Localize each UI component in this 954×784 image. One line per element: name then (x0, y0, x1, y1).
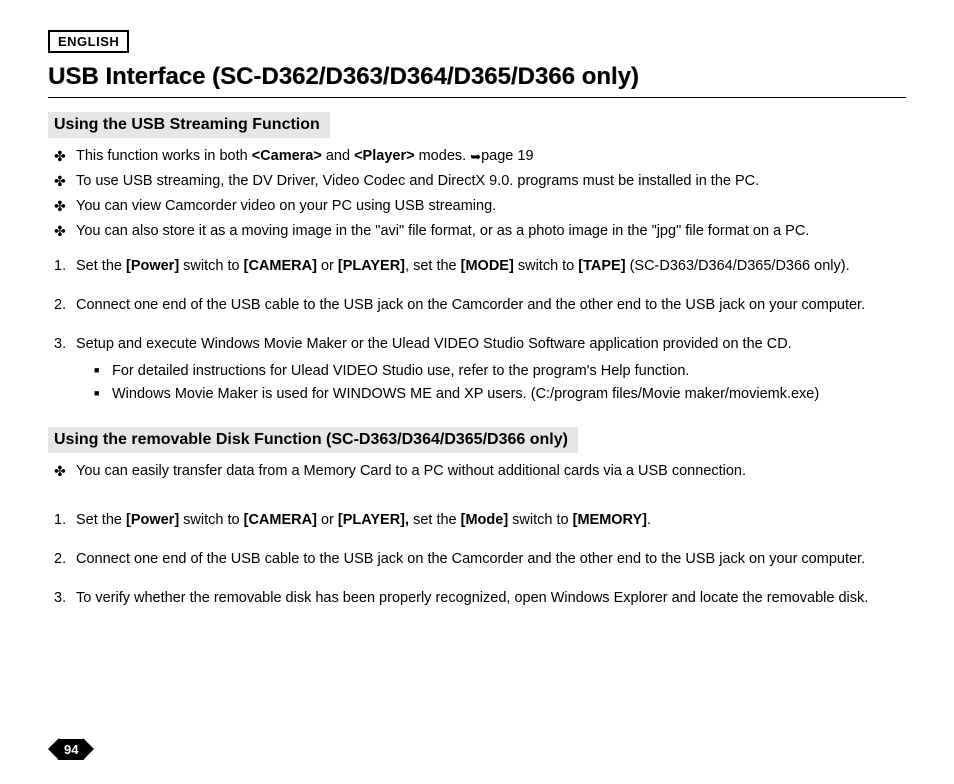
text: , set the (405, 258, 461, 274)
bullet-item: You can view Camcorder video on your PC … (54, 196, 906, 217)
section-usb-streaming: Using the USB Streaming Function This fu… (48, 112, 906, 405)
text: switch to (514, 258, 578, 274)
bold-text: <Player> (354, 148, 414, 164)
step-number: 1. (54, 510, 66, 531)
bold-text: [PLAYER], (338, 512, 409, 528)
bold-text: <Camera> (252, 148, 322, 164)
text: Set the (76, 512, 126, 528)
step-item: 2. Connect one end of the USB cable to t… (54, 295, 906, 316)
text: modes. (415, 148, 471, 164)
reference-arrow-icon: ➥ (470, 148, 481, 167)
bold-text: [CAMERA] (244, 258, 317, 274)
text: switch to (179, 512, 243, 528)
step-number: 2. (54, 549, 66, 570)
text: (SC-D363/D364/D365/D366 only). (626, 258, 850, 274)
step-item: 1. Set the [Power] switch to [CAMERA] or… (54, 510, 906, 531)
numbered-steps: 1. Set the [Power] switch to [CAMERA] or… (54, 256, 906, 405)
text: and (322, 148, 354, 164)
manual-page: ENGLISH USB Interface (SC-D362/D363/D364… (0, 0, 954, 784)
sub-bullets: For detailed instructions for Ulead VIDE… (94, 361, 906, 405)
text: Set the (76, 258, 126, 274)
page-number-badge: 94 (48, 738, 94, 760)
step-number: 1. (54, 256, 66, 277)
text: Connect one end of the USB cable to the … (76, 297, 865, 313)
bold-text: [Power] (126, 512, 179, 528)
text: To verify whether the removable disk has… (76, 590, 868, 606)
step-number: 3. (54, 588, 66, 609)
bullet-item: You can also store it as a moving image … (54, 221, 906, 242)
bullet-item: You can easily transfer data from a Memo… (54, 461, 906, 482)
language-label: ENGLISH (48, 30, 129, 53)
text: Connect one end of the USB cable to the … (76, 551, 865, 567)
sub-bullet-item: Windows Movie Maker is used for WINDOWS … (94, 384, 906, 405)
triangle-right-icon (83, 738, 94, 760)
sub-bullet-item: For detailed instructions for Ulead VIDE… (94, 361, 906, 382)
text: This function works in both (76, 148, 252, 164)
numbered-steps: 1. Set the [Power] switch to [CAMERA] or… (54, 510, 906, 609)
text: switch to (508, 512, 572, 528)
text: set the (409, 512, 461, 528)
section-heading: Using the removable Disk Function (SC-D3… (48, 427, 578, 453)
bold-text: [TAPE] (578, 258, 625, 274)
page-reference: page 19 (481, 148, 533, 164)
bold-text: [PLAYER] (338, 258, 405, 274)
text: or (317, 258, 338, 274)
page-title: USB Interface (SC-D362/D363/D364/D365/D3… (48, 63, 906, 98)
bold-text: [CAMERA] (244, 512, 317, 528)
bold-text: [Power] (126, 258, 179, 274)
bullet-item: This function works in both <Camera> and… (54, 146, 906, 167)
text: . (647, 512, 651, 528)
step-item: 3. To verify whether the removable disk … (54, 588, 906, 609)
step-number: 2. (54, 295, 66, 316)
section-heading: Using the USB Streaming Function (48, 112, 330, 138)
bullet-item: To use USB streaming, the DV Driver, Vid… (54, 171, 906, 192)
section-removable-disk: Using the removable Disk Function (SC-D3… (48, 427, 906, 609)
page-number: 94 (58, 739, 84, 760)
step-item: 1. Set the [Power] switch to [CAMERA] or… (54, 256, 906, 277)
bold-text: [MODE] (461, 258, 514, 274)
feature-bullets: You can easily transfer data from a Memo… (54, 461, 906, 482)
text: Setup and execute Windows Movie Maker or… (76, 336, 792, 352)
step-item: 3. Setup and execute Windows Movie Maker… (54, 334, 906, 405)
bold-text: [Mode] (461, 512, 509, 528)
bold-text: [MEMORY] (573, 512, 647, 528)
step-number: 3. (54, 334, 66, 355)
text: or (317, 512, 338, 528)
text: switch to (179, 258, 243, 274)
step-item: 2. Connect one end of the USB cable to t… (54, 549, 906, 570)
feature-bullets: This function works in both <Camera> and… (54, 146, 906, 242)
